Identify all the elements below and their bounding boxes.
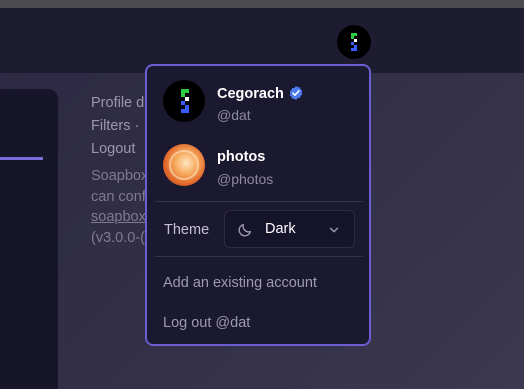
- footer-version: (v3.0.0-(: [91, 229, 145, 246]
- divider: [155, 201, 363, 202]
- account-name: photos: [217, 149, 266, 165]
- nav-account-avatar[interactable]: [337, 25, 371, 59]
- account-item-photos[interactable]: photos @photos: [163, 144, 363, 188]
- logout-item[interactable]: Log out @dat: [163, 315, 250, 331]
- account-name: Cegorach: [217, 85, 304, 102]
- divider: [155, 256, 363, 257]
- logout-link[interactable]: Logout: [91, 138, 144, 161]
- theme-label: Theme: [164, 222, 210, 238]
- footer-soapbox-link[interactable]: soapbox: [91, 207, 148, 228]
- side-footer: Soapbox can conf soapbox (v3.0.0-(: [91, 166, 148, 248]
- side-links: Profile d Filters · Logout: [91, 92, 144, 161]
- account-handle: @photos: [217, 171, 274, 187]
- account-item-cegorach[interactable]: Cegorach @dat: [163, 80, 363, 124]
- moon-icon: [238, 224, 251, 237]
- theme-select[interactable]: Dark: [224, 210, 355, 248]
- footer-line-1: Soapbox: [91, 168, 149, 184]
- verified-badge-icon: [289, 86, 303, 100]
- chevron-down-icon: [329, 227, 339, 233]
- add-account-item[interactable]: Add an existing account: [163, 275, 317, 291]
- avatar: [163, 80, 205, 122]
- footer-line-2: can conf: [91, 188, 146, 205]
- theme-value: Dark: [265, 221, 296, 237]
- top-strip: [0, 0, 524, 8]
- pixel-figure-icon: [351, 33, 357, 51]
- profile-link[interactable]: Profile d: [91, 92, 144, 115]
- left-active-indicator: [0, 157, 43, 160]
- filters-link[interactable]: Filters ·: [91, 115, 144, 138]
- pixel-figure-icon: [181, 89, 189, 113]
- account-dropdown-menu: Cegorach @dat photos @photos Theme Dark …: [145, 64, 371, 346]
- account-handle: @dat: [217, 107, 251, 123]
- photo-avatar: [163, 144, 205, 186]
- left-sidebar-panel: [0, 89, 58, 389]
